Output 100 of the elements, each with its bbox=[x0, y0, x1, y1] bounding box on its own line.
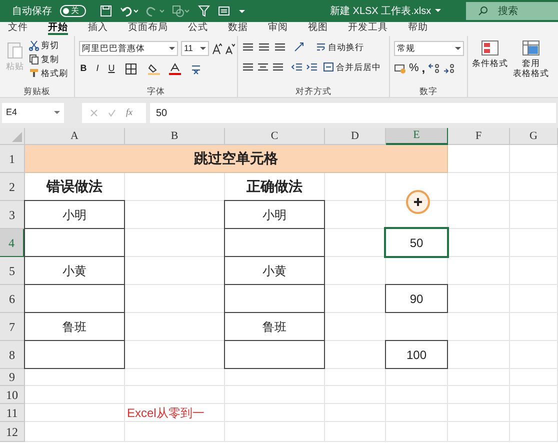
increase-decimal-icon[interactable] bbox=[428, 62, 440, 74]
menu-tab[interactable]: 开发工具 bbox=[348, 22, 388, 36]
phonetic-icon[interactable] bbox=[190, 62, 202, 75]
row-header[interactable]: 3 bbox=[0, 201, 25, 229]
table-cell bbox=[448, 145, 510, 173]
table-cell[interactable]: 正确做法 bbox=[225, 173, 325, 201]
underline-button[interactable]: U bbox=[107, 62, 116, 76]
table-cell[interactable]: 小黄 bbox=[224, 256, 325, 285]
number-format-field[interactable]: 常规 bbox=[394, 41, 464, 56]
caret-icon[interactable] bbox=[435, 8, 442, 14]
format-painter-button[interactable]: 格式刷 bbox=[29, 67, 68, 80]
table-cell[interactable] bbox=[24, 340, 125, 369]
caret-icon[interactable] bbox=[169, 46, 175, 52]
bottom-align-icon[interactable] bbox=[274, 42, 286, 52]
italic-button[interactable]: I bbox=[93, 62, 102, 76]
table-cell[interactable]: 鲁班 bbox=[24, 312, 125, 341]
decrease-decimal-icon[interactable] bbox=[443, 62, 456, 74]
increase-font-icon[interactable] bbox=[212, 42, 222, 54]
table-cell[interactable] bbox=[224, 284, 325, 313]
menu-tab[interactable]: 帮助 bbox=[408, 22, 428, 36]
column-header[interactable]: B bbox=[125, 128, 225, 145]
currency-icon[interactable] bbox=[394, 62, 406, 74]
insert-function-button[interactable]: fx bbox=[126, 106, 132, 120]
left-align-icon[interactable] bbox=[242, 62, 254, 72]
table-cell[interactable]: Excel从零到一 bbox=[125, 404, 225, 422]
comma-button[interactable]: , bbox=[422, 62, 426, 74]
merge-center-button[interactable]: 合并后居中 bbox=[323, 60, 381, 74]
copy-button[interactable]: 复制 bbox=[29, 53, 68, 66]
row-header[interactable]: 9 bbox=[0, 369, 25, 386]
font-name-field[interactable]: 阿里巴巴普惠体 bbox=[79, 41, 178, 56]
decrease-font-icon[interactable] bbox=[225, 42, 235, 54]
menu-tab[interactable]: 视图 bbox=[308, 22, 328, 36]
column-header[interactable]: F bbox=[448, 128, 510, 145]
row-header[interactable]: 10 bbox=[0, 386, 25, 404]
autosave-toggle[interactable]: 关 bbox=[60, 5, 86, 17]
menu-tab[interactable]: 公式 bbox=[188, 22, 208, 36]
caret-icon[interactable] bbox=[200, 46, 206, 52]
table-cell[interactable]: 小明 bbox=[224, 200, 325, 229]
decrease-indent-icon[interactable] bbox=[291, 62, 303, 72]
wrap-text-button[interactable]: 自动换行 bbox=[316, 41, 364, 54]
percent-button[interactable]: % bbox=[409, 62, 419, 74]
table-cell[interactable]: 错误做法 bbox=[25, 173, 125, 201]
formula-field[interactable]: 50 bbox=[150, 103, 556, 123]
center-align-icon[interactable] bbox=[257, 62, 269, 72]
document-title[interactable]: 新建 XLSX 工作表.xlsx bbox=[330, 4, 442, 18]
conditional-format-icon bbox=[481, 40, 499, 56]
column-header[interactable]: G bbox=[510, 128, 558, 145]
menu-tab[interactable]: 页面布局 bbox=[128, 22, 168, 36]
bold-button[interactable]: B bbox=[79, 62, 88, 76]
undo-icon[interactable] bbox=[120, 5, 138, 17]
table-cell[interactable] bbox=[24, 228, 125, 257]
cut-button[interactable]: 剪切 bbox=[29, 39, 68, 52]
row-header[interactable]: 1 bbox=[0, 145, 25, 173]
row-header[interactable]: 6 bbox=[0, 285, 25, 313]
table-format-button[interactable]: 套用 表格格式 bbox=[512, 40, 550, 78]
table-cell[interactable]: 50 bbox=[385, 228, 448, 257]
table-cell[interactable] bbox=[224, 340, 325, 369]
borders-icon[interactable] bbox=[125, 62, 137, 75]
form-icon[interactable] bbox=[218, 5, 230, 17]
caret-icon[interactable] bbox=[54, 110, 60, 116]
font-color-icon[interactable] bbox=[169, 62, 181, 75]
row-header[interactable]: 8 bbox=[0, 341, 25, 369]
conditional-format-button[interactable]: 条件格式 bbox=[472, 40, 508, 68]
increase-indent-icon[interactable] bbox=[306, 62, 318, 72]
redo-icon[interactable] bbox=[146, 5, 164, 17]
fill-color-icon[interactable] bbox=[148, 62, 160, 75]
column-header[interactable]: E bbox=[386, 128, 448, 145]
row-header[interactable]: 2 bbox=[0, 173, 25, 201]
name-box[interactable]: E4 bbox=[2, 103, 64, 123]
font-size-field[interactable]: 11 bbox=[181, 41, 209, 56]
row-header[interactable]: 12 bbox=[0, 422, 25, 442]
row-header[interactable]: 7 bbox=[0, 313, 25, 341]
row-header[interactable]: 4 bbox=[0, 229, 25, 257]
group-label: 字体 bbox=[147, 84, 165, 97]
orientation-icon[interactable] bbox=[294, 42, 306, 52]
search-field[interactable]: 搜索 bbox=[466, 2, 558, 20]
right-align-icon[interactable] bbox=[272, 62, 284, 72]
table-cell[interactable]: 90 bbox=[385, 284, 448, 313]
column-header[interactable]: C bbox=[225, 128, 325, 145]
middle-align-icon[interactable] bbox=[258, 42, 270, 52]
row-header[interactable]: 11 bbox=[0, 404, 25, 422]
caret-icon[interactable] bbox=[455, 46, 461, 52]
menu-tab[interactable]: 数据 bbox=[228, 22, 248, 36]
menu-tab[interactable]: 审阅 bbox=[268, 22, 288, 36]
table-cell[interactable]: 小黄 bbox=[24, 256, 125, 285]
table-cell[interactable]: 100 bbox=[385, 340, 448, 369]
column-header[interactable]: D bbox=[325, 128, 386, 145]
menu-tab[interactable]: 插入 bbox=[88, 22, 108, 36]
menu-tab[interactable]: 文件 bbox=[8, 22, 28, 36]
search-icon[interactable] bbox=[478, 6, 488, 16]
filter-icon[interactable] bbox=[198, 5, 210, 17]
shapes-icon[interactable] bbox=[172, 5, 190, 17]
top-align-icon[interactable] bbox=[242, 42, 254, 52]
row-header[interactable]: 5 bbox=[0, 257, 25, 285]
table-cell[interactable] bbox=[24, 284, 125, 313]
save-icon[interactable] bbox=[100, 5, 112, 17]
table-cell[interactable] bbox=[224, 228, 325, 257]
table-cell[interactable]: 鲁班 bbox=[224, 312, 325, 341]
column-header[interactable]: A bbox=[25, 128, 125, 145]
table-cell[interactable]: 小明 bbox=[24, 200, 125, 229]
